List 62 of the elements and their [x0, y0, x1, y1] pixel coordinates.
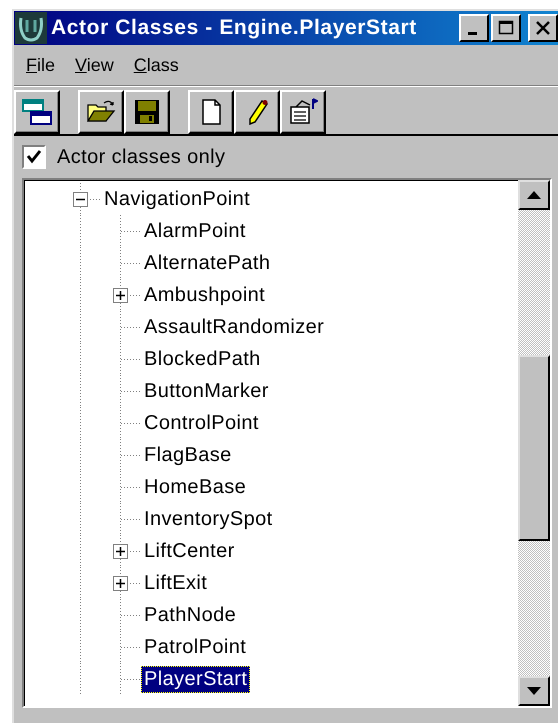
tree-item[interactable]: NavigationPoint [101, 186, 254, 212]
properties-icon [288, 97, 318, 127]
dotted-connector [80, 407, 141, 439]
menu-item[interactable]: Class [128, 52, 189, 78]
tree-item[interactable]: PathNode [141, 602, 240, 628]
dotted-connector [80, 663, 141, 695]
save-button[interactable] [124, 90, 170, 134]
class-tree-button[interactable] [14, 90, 60, 134]
plus-icon [116, 578, 125, 588]
minimize-button[interactable] [459, 14, 489, 42]
tree-item[interactable]: BlockedPath [141, 346, 264, 372]
tree-item[interactable]: AlternatePath [141, 250, 274, 276]
plus-icon [116, 546, 125, 556]
expand-button[interactable] [113, 576, 128, 590]
tree-item[interactable]: Ambushpoint [141, 282, 268, 308]
dotted-connector [80, 343, 141, 375]
checkbox[interactable] [22, 145, 46, 169]
checkbox-label: Actor classes only [57, 146, 226, 168]
tree-item[interactable]: PlayerStart [141, 666, 250, 692]
tree-item[interactable]: FlagBase [141, 442, 235, 468]
down-arrow-icon [527, 687, 541, 695]
dotted-connector [80, 631, 141, 663]
maximize-icon [498, 20, 514, 36]
open-button[interactable] [78, 90, 124, 134]
tree-item[interactable]: AlarmPoint [141, 218, 249, 244]
tree-item[interactable]: ControlPoint [141, 410, 262, 436]
windows-icon [22, 97, 52, 127]
minimize-icon [468, 32, 477, 34]
new-button[interactable] [188, 90, 234, 134]
properties-button[interactable] [280, 90, 326, 134]
app-icon [15, 12, 47, 44]
scrollbar[interactable] [518, 180, 550, 706]
expand-button[interactable] [113, 544, 128, 558]
dotted-connector [80, 247, 141, 279]
tree-item[interactable]: ButtonMarker [141, 378, 272, 404]
tree-item[interactable]: PatrolPoint [141, 634, 250, 660]
scroll-down-button[interactable] [518, 676, 550, 706]
edit-button[interactable] [234, 90, 280, 134]
tree-item[interactable]: LiftCenter [141, 538, 238, 564]
window-title: Actor Classes - Engine.PlayerStart [51, 16, 418, 40]
up-arrow-icon [527, 191, 541, 199]
maximize-button[interactable] [491, 14, 521, 42]
dotted-connector [80, 375, 141, 407]
tree-item[interactable]: InventorySpot [141, 506, 276, 532]
dotted-connector [80, 439, 141, 471]
tree-item[interactable]: AssaultRandomizer [141, 314, 328, 340]
tree-item[interactable]: LiftExit [141, 570, 210, 596]
dotted-connector [80, 503, 141, 535]
close-icon [535, 20, 551, 36]
menu-item[interactable]: File [20, 52, 66, 78]
expand-button[interactable] [113, 288, 128, 302]
scroll-up-button[interactable] [518, 180, 550, 210]
checkmark-icon [26, 149, 42, 165]
dotted-connector [80, 471, 141, 503]
tree-item[interactable]: HomeBase [141, 474, 250, 500]
menu-item[interactable]: View [69, 52, 124, 78]
scroll-thumb[interactable] [518, 355, 550, 541]
close-button[interactable] [528, 14, 558, 42]
dotted-connector [80, 311, 141, 343]
dotted-connector [80, 599, 141, 631]
collapse-button[interactable] [73, 192, 88, 206]
plus-icon [116, 290, 125, 300]
